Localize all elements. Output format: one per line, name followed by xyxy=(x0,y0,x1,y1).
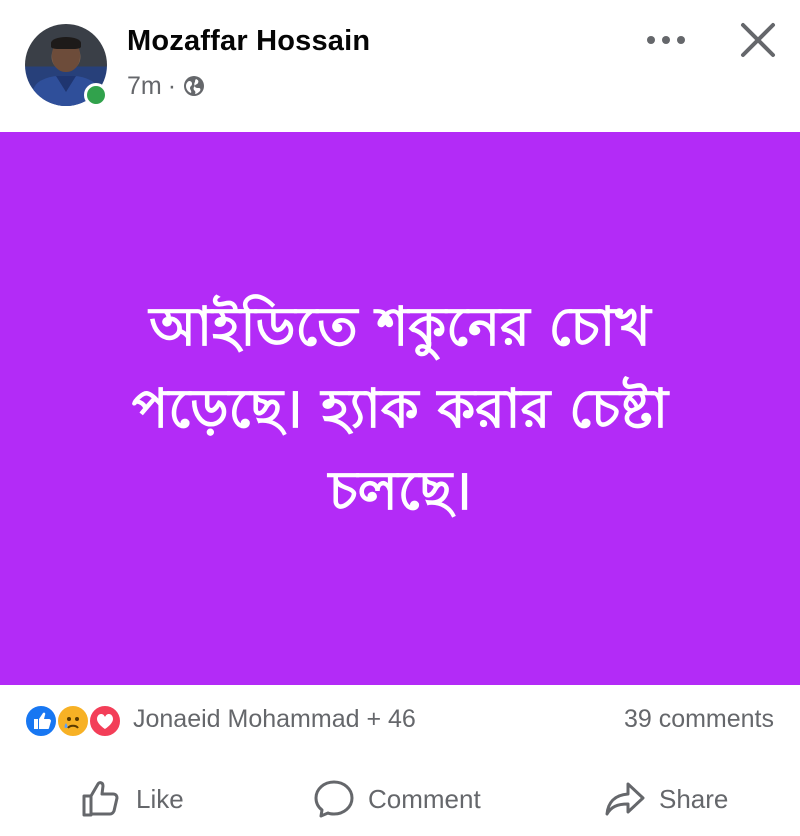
close-icon[interactable] xyxy=(738,20,778,60)
like-label: Like xyxy=(136,783,184,814)
more-options-icon[interactable] xyxy=(640,28,692,52)
globe-icon[interactable] xyxy=(182,74,206,98)
share-button[interactable]: Share xyxy=(603,775,728,823)
sad-reaction-icon xyxy=(56,704,90,738)
reaction-icons[interactable] xyxy=(24,704,128,738)
love-reaction-icon xyxy=(88,704,122,738)
comment-button[interactable]: Comment xyxy=(312,775,481,823)
comments-count[interactable]: 39 comments xyxy=(624,705,774,734)
post-background: আইডিতে শকুনের চোখ পড়েছে। হ্যাক করার চেষ… xyxy=(0,132,800,685)
meta-separator: · xyxy=(167,71,177,100)
like-button[interactable]: Like xyxy=(80,775,184,823)
author-name[interactable]: Mozaffar Hossain xyxy=(127,25,370,58)
avatar-hair xyxy=(51,37,81,49)
thumbs-up-icon xyxy=(82,781,119,817)
post-meta: 7m · xyxy=(127,72,206,100)
post-header: Mozaffar Hossain 7m · xyxy=(0,0,800,132)
reactions-bar: Jonaeid Mohammad + 46 39 comments xyxy=(0,685,800,757)
share-label: Share xyxy=(659,783,729,814)
dot xyxy=(647,36,655,44)
like-reaction-icon xyxy=(24,704,58,738)
post-actions: Like Comment Share xyxy=(0,765,800,835)
post-text: আইডিতে শকুনের চোখ পড়েছে। হ্যাক করার চেষ… xyxy=(131,294,669,522)
reactions-summary[interactable]: Jonaeid Mohammad + 46 xyxy=(133,705,416,734)
online-status-dot xyxy=(84,83,108,107)
dot xyxy=(662,36,670,44)
post-time[interactable]: 7m xyxy=(127,72,162,101)
dot xyxy=(677,36,685,44)
comment-bubble-icon xyxy=(314,780,354,818)
share-arrow-icon xyxy=(605,782,645,816)
comment-label: Comment xyxy=(368,783,481,814)
